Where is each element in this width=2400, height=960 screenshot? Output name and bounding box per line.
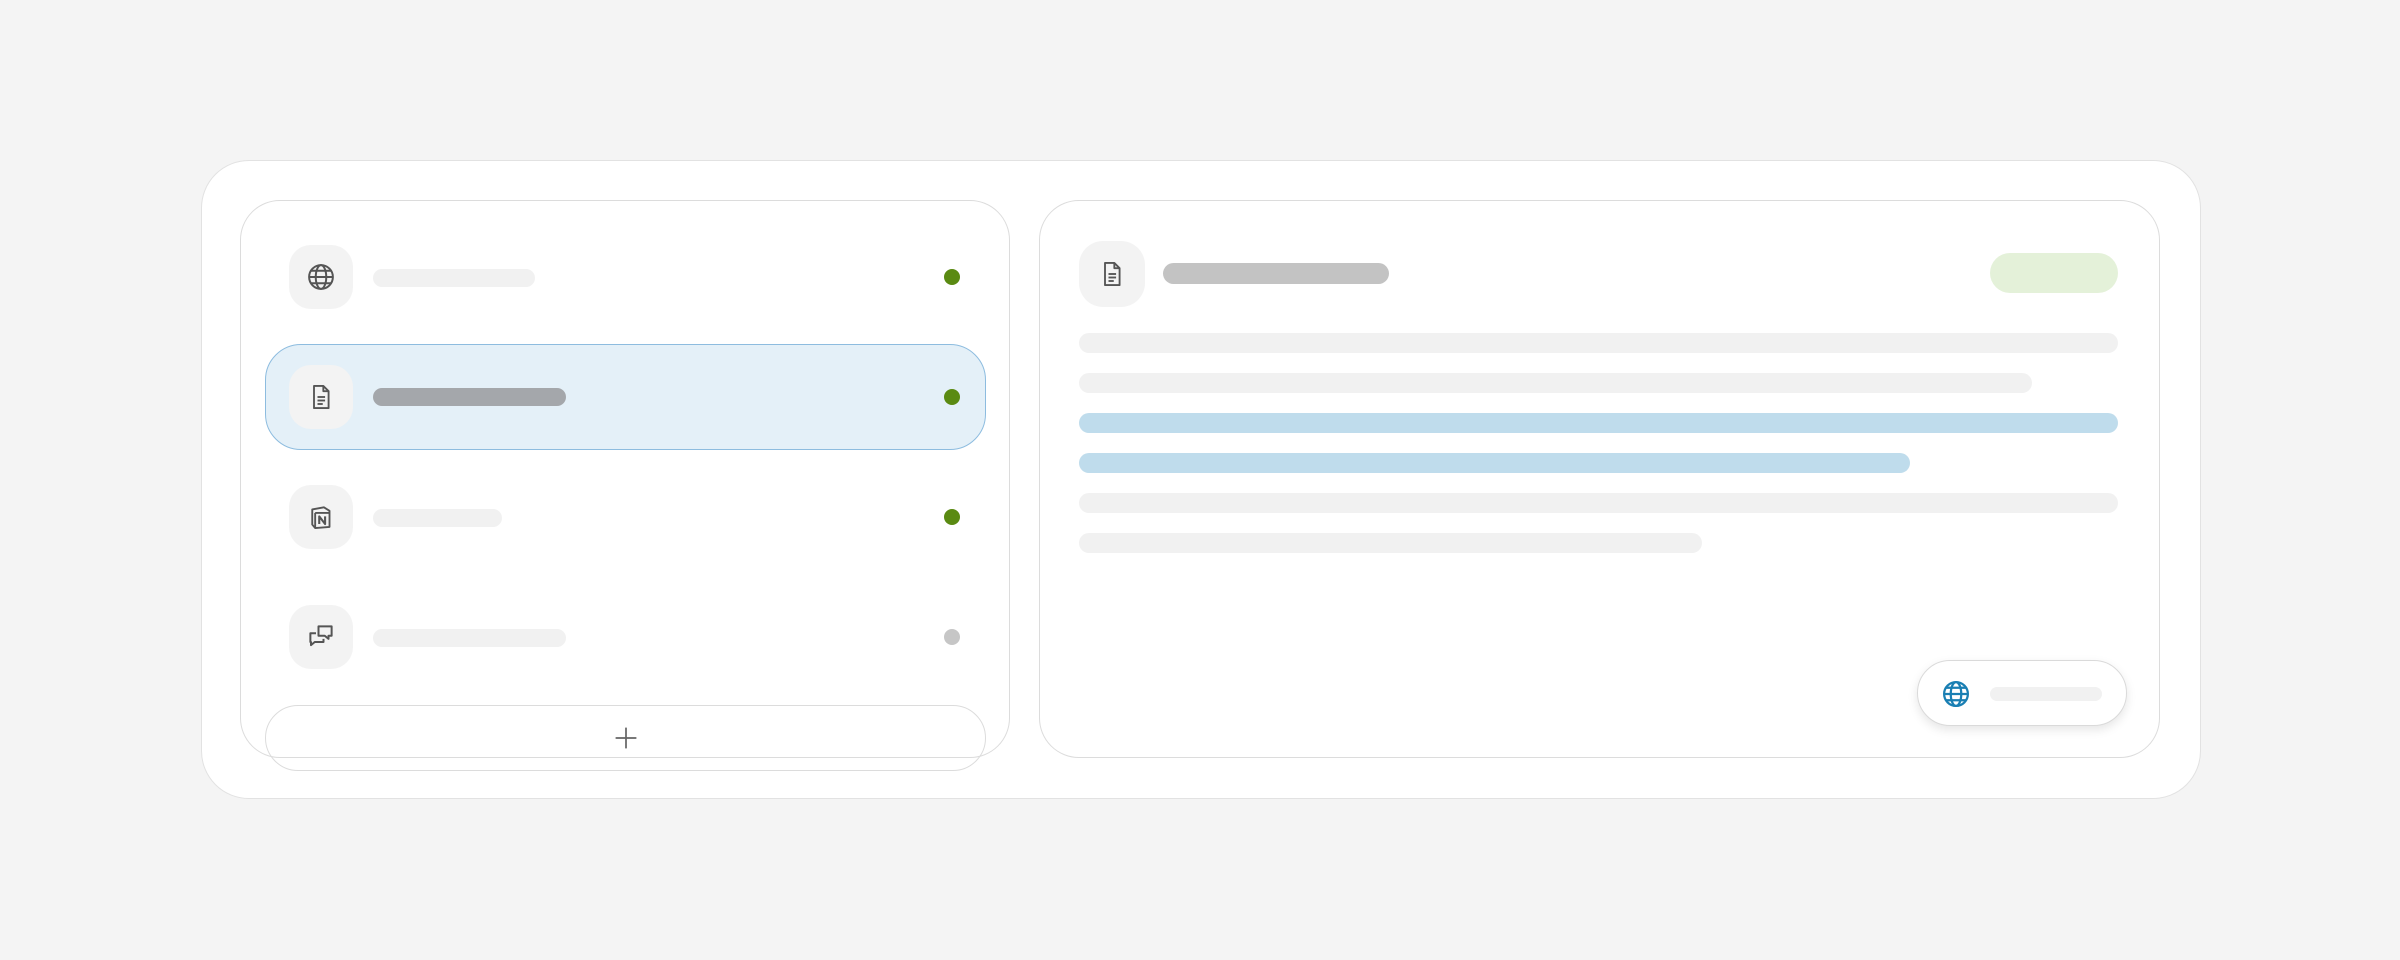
globe-icon: [289, 245, 353, 309]
add-source-button[interactable]: [265, 705, 986, 771]
source-name-placeholder: [373, 509, 502, 527]
globe-icon: [1940, 678, 1972, 710]
status-indicator-connected: [944, 509, 960, 525]
source-name-placeholder: [373, 269, 535, 287]
source-item-notion[interactable]: [265, 464, 986, 570]
highlighted-text-line: [1079, 413, 2118, 433]
highlighted-text-line: [1079, 453, 1910, 473]
source-name-placeholder: [373, 629, 566, 647]
status-indicator-inactive: [944, 629, 960, 645]
status-indicator-connected: [944, 389, 960, 405]
source-item-web[interactable]: [265, 224, 986, 330]
source-name-placeholder: [373, 388, 566, 406]
document-icon: [1079, 241, 1145, 307]
text-line: [1079, 333, 2118, 353]
plus-icon: [613, 725, 639, 751]
text-line: [1079, 533, 1702, 553]
chip-label-placeholder: [1990, 687, 2102, 701]
text-line: [1079, 373, 2032, 393]
notion-icon: [289, 485, 353, 549]
document-icon: [289, 365, 353, 429]
source-item-chat[interactable]: [265, 584, 986, 690]
chat-bubbles-icon: [289, 605, 353, 669]
source-item-document[interactable]: [265, 344, 986, 450]
source-link-chip[interactable]: [1917, 660, 2127, 726]
status-indicator-connected: [944, 269, 960, 285]
text-line: [1079, 493, 2118, 513]
detail-title-placeholder: [1163, 263, 1389, 284]
status-badge: [1990, 253, 2118, 293]
